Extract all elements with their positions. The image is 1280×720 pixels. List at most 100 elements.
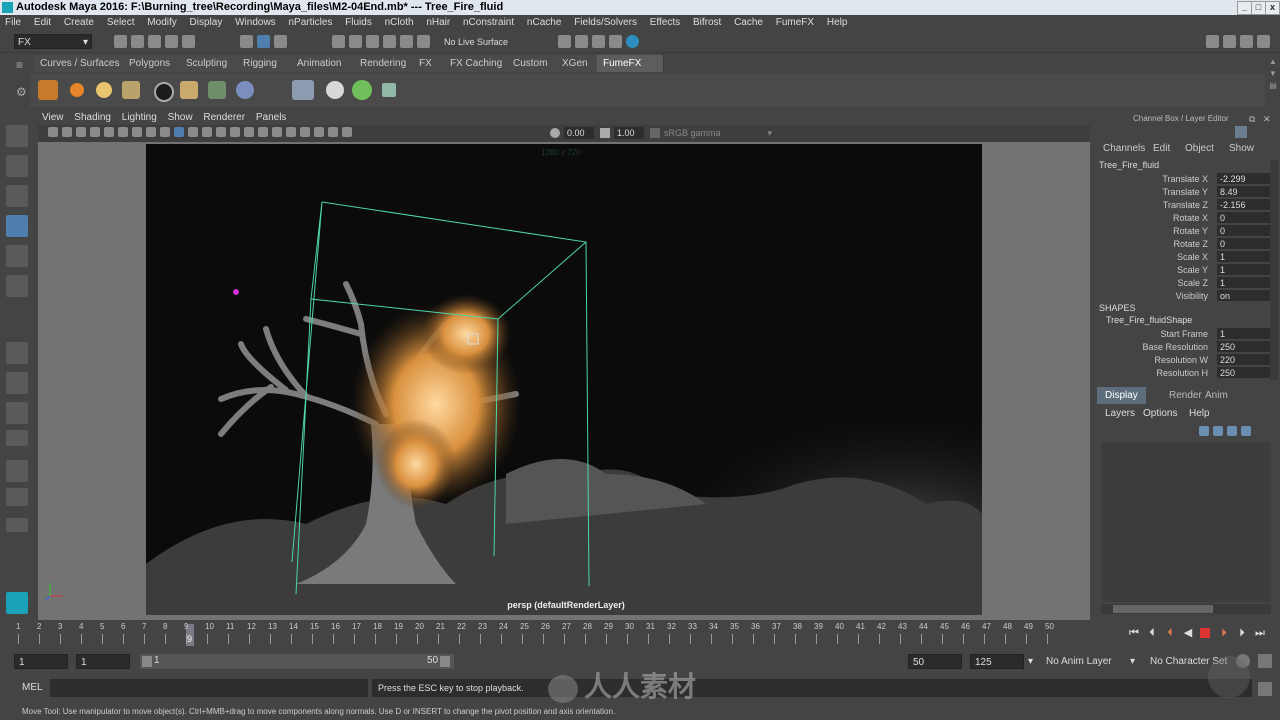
undo-icon[interactable] <box>165 35 178 48</box>
attr-rotate-y[interactable]: Rotate Y 0 <box>1093 225 1280 237</box>
shape-name[interactable]: Tree_Fire_fluidShape <box>1106 315 1256 327</box>
attr-visibility[interactable]: Visibility on <box>1093 290 1280 302</box>
play-overlay-icon[interactable] <box>1208 656 1250 698</box>
panel-menu-show[interactable]: Show <box>164 110 197 125</box>
ambient-occlusion-icon[interactable] <box>286 127 296 137</box>
exposure-icon[interactable] <box>550 128 560 138</box>
locator-icon[interactable] <box>233 289 239 295</box>
attr-scale-z[interactable]: Scale Z 1 <box>1093 277 1280 289</box>
playback-end-field[interactable]: 50 <box>908 654 962 669</box>
menu-layer-help[interactable]: Help <box>1189 408 1219 420</box>
attribute-editor-icon[interactable] <box>1223 35 1236 48</box>
attr-value[interactable]: on <box>1217 290 1270 301</box>
snap-curve-icon[interactable] <box>349 35 362 48</box>
particle-source-icon[interactable] <box>122 81 140 99</box>
snap-grid-icon[interactable] <box>332 35 345 48</box>
camera-select-icon[interactable] <box>48 127 58 137</box>
close-panel-icon[interactable]: ✕ <box>1263 114 1273 124</box>
menu-cb-edit[interactable]: Edit <box>1153 143 1183 155</box>
time-slider[interactable]: 1234567891011121314151617181920212223242… <box>0 620 1280 650</box>
depth-of-field-icon[interactable] <box>328 127 338 137</box>
outliner-layout-icon[interactable] <box>6 430 28 446</box>
attr-resolution-w[interactable]: Resolution W 220 <box>1093 354 1280 366</box>
attr-value[interactable]: 1 <box>1217 264 1270 275</box>
snap-view-plane-icon[interactable] <box>383 35 396 48</box>
menu-file[interactable]: File <box>0 15 26 31</box>
object-name[interactable]: Tree_Fire_fluid <box>1099 160 1269 172</box>
gamma-field[interactable]: 1.00 <box>614 127 644 139</box>
menu-cache[interactable]: Cache <box>729 15 768 31</box>
attr-scale-x[interactable]: Scale X 1 <box>1093 251 1280 263</box>
panel-menu-renderer[interactable]: Renderer <box>199 110 249 125</box>
attr-resolution-h[interactable]: Resolution H 250 <box>1093 367 1280 379</box>
attr-value[interactable]: 0 <box>1217 225 1270 236</box>
go-to-end-icon[interactable]: ⏭ <box>1254 627 1266 639</box>
shelf-settings-icon[interactable]: ⚙ <box>16 86 28 98</box>
textured-icon[interactable] <box>202 127 212 137</box>
animation-preferences-icon[interactable] <box>1258 654 1272 668</box>
menu-modify[interactable]: Modify <box>142 15 181 31</box>
bookmark-icon[interactable] <box>76 127 86 137</box>
menu-channels[interactable]: Channels <box>1103 143 1149 155</box>
gamma-icon[interactable] <box>600 128 610 138</box>
camera-attributes-icon[interactable] <box>62 127 72 137</box>
isolate-select-icon[interactable] <box>244 127 254 137</box>
sphere-source-icon[interactable] <box>96 82 112 98</box>
exposure-field[interactable]: 0.00 <box>564 127 594 139</box>
menu-nparticles[interactable]: nParticles <box>283 15 337 31</box>
menu-show[interactable]: Show <box>1229 143 1269 155</box>
render-view-icon[interactable] <box>575 35 588 48</box>
live-surface-label[interactable]: No Live Surface <box>444 35 524 49</box>
step-forward-icon[interactable]: ⏵ <box>1236 627 1248 639</box>
anti-alias-icon[interactable] <box>314 127 324 137</box>
render-settings-icon[interactable] <box>558 35 571 48</box>
tool-settings-icon[interactable] <box>1240 35 1253 48</box>
channel-box-scrollbar[interactable] <box>1270 160 1278 380</box>
move-layer-down-icon[interactable] <box>1213 426 1223 436</box>
attr-value[interactable]: 0 <box>1217 238 1270 249</box>
lights-icon[interactable] <box>216 127 226 137</box>
select-object-icon[interactable] <box>257 35 270 48</box>
move-tool-icon[interactable] <box>6 215 28 237</box>
tab-anim[interactable]: Anim <box>1197 387 1236 404</box>
attr-translate-x[interactable]: Translate X -2.299 <box>1093 173 1280 185</box>
new-layer-icon[interactable] <box>1227 426 1237 436</box>
two-pane-layout-icon[interactable] <box>6 402 28 424</box>
anim-layer-dropdown[interactable]: ▾ No Anim Layer <box>1028 654 1128 669</box>
menu-display[interactable]: Display <box>185 15 228 31</box>
resolution-gate-icon[interactable] <box>132 127 142 137</box>
end-time-field[interactable]: 125 <box>970 654 1024 669</box>
shadows-icon[interactable] <box>230 127 240 137</box>
single-pane-layout-icon[interactable] <box>6 342 28 364</box>
new-scene-icon[interactable] <box>114 35 127 48</box>
rotate-tool-icon[interactable] <box>6 245 28 267</box>
effector-icon[interactable] <box>180 81 198 99</box>
lasso-tool-icon[interactable] <box>6 155 28 177</box>
vortex-icon[interactable] <box>326 81 344 99</box>
grid-toggle-icon[interactable] <box>104 127 114 137</box>
particle-emitter-icon[interactable] <box>352 80 372 100</box>
snap-point-icon[interactable] <box>366 35 379 48</box>
menu-windows[interactable]: Windows <box>230 15 281 31</box>
menu-layers[interactable]: Layers <box>1105 408 1139 420</box>
range-slider[interactable]: 1 50 <box>140 654 454 669</box>
film-gate-icon[interactable] <box>118 127 128 137</box>
menu-fields-solvers[interactable]: Fields/Solvers <box>569 15 642 31</box>
menu-nconstraint[interactable]: nConstraint <box>458 15 519 31</box>
panel-menu-shading[interactable]: Shading <box>70 110 115 125</box>
channel-box-icon[interactable] <box>1257 35 1270 48</box>
step-back-key-icon[interactable]: ⏴ <box>1164 627 1176 639</box>
attr-base-resolution[interactable]: Base Resolution 250 <box>1093 341 1280 353</box>
fumefx-cube-icon[interactable] <box>208 81 226 99</box>
image-plane-icon[interactable] <box>90 127 100 137</box>
panel-menu-panels[interactable]: Panels <box>252 110 291 125</box>
make-live-icon[interactable] <box>417 35 430 48</box>
hypershade-layout-icon[interactable] <box>6 488 28 506</box>
go-to-start-icon[interactable]: ⏮ <box>1128 627 1140 639</box>
step-forward-key-icon[interactable]: ⏵ <box>1218 627 1230 639</box>
view-transform-icon[interactable] <box>650 128 660 138</box>
command-language-toggle[interactable]: MEL <box>22 682 46 696</box>
scale-tool-icon[interactable] <box>6 275 28 297</box>
tab-display[interactable]: Display <box>1097 387 1146 404</box>
menu-nhair[interactable]: nHair <box>421 15 455 31</box>
